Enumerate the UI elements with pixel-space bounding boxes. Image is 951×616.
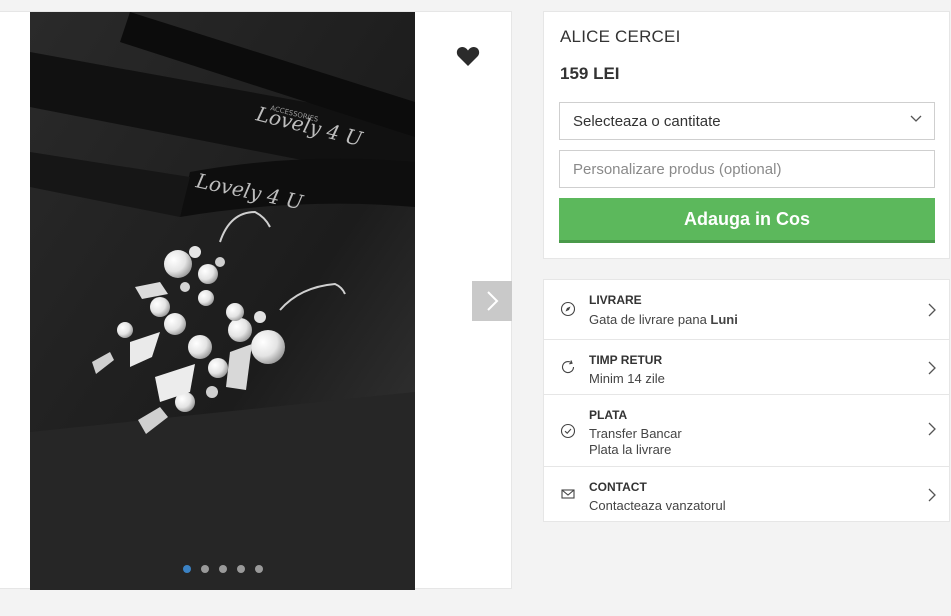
product-price: 159 LEI <box>560 64 620 83</box>
product-gallery: Lovely 4 U ACCESSORIES Lovely 4 U <box>0 11 512 590</box>
purchase-panel: ALICE CERCEI 159 LEI Selecteaza o cantit… <box>543 11 950 259</box>
personalization-input[interactable] <box>559 150 935 188</box>
add-to-cart-button[interactable]: Adauga in Cos <box>559 198 935 243</box>
chevron-right-icon <box>928 422 936 436</box>
slide-dot-1[interactable] <box>183 565 191 573</box>
contact-title: CONTACT <box>589 480 647 494</box>
payment-method-2: Plata la livrare <box>589 442 672 457</box>
info-panel: LIVRARE Gata de livrare pana Luni TIMP R… <box>543 279 950 522</box>
product-title: ALICE CERCEI <box>560 27 681 46</box>
envelope-icon <box>561 489 575 499</box>
chevron-down-icon <box>910 115 922 122</box>
delivery-title: LIVRARE <box>589 293 642 307</box>
payment-title: PLATA <box>589 408 628 422</box>
chevron-right-icon <box>487 291 499 311</box>
slide-dot-4[interactable] <box>237 565 245 573</box>
slide-indicators <box>183 565 263 573</box>
next-slide-button[interactable] <box>472 281 512 321</box>
heart-icon[interactable] <box>456 45 480 67</box>
chevron-right-icon <box>928 361 936 375</box>
chevron-right-icon <box>928 303 936 317</box>
quantity-select-value: Selecteaza o cantitate <box>573 112 721 130</box>
slide-dot-3[interactable] <box>219 565 227 573</box>
chevron-right-icon <box>928 488 936 502</box>
delivery-text: Gata de livrare pana Luni <box>589 312 738 327</box>
returns-title: TIMP RETUR <box>589 353 663 367</box>
payment-method-1: Transfer Bancar <box>589 426 682 441</box>
payment-row[interactable]: PLATA Transfer Bancar Plata la livrare <box>544 395 949 467</box>
compass-icon <box>560 301 576 317</box>
returns-row[interactable]: TIMP RETUR Minim 14 zile <box>544 340 949 395</box>
contact-text: Contacteaza vanzatorul <box>589 498 726 513</box>
slide-dot-2[interactable] <box>201 565 209 573</box>
refresh-icon <box>561 360 575 374</box>
quantity-select[interactable]: Selecteaza o cantitate <box>559 102 935 140</box>
product-photo[interactable]: Lovely 4 U ACCESSORIES Lovely 4 U <box>30 12 415 590</box>
returns-text: Minim 14 zile <box>589 371 665 386</box>
delivery-row[interactable]: LIVRARE Gata de livrare pana Luni <box>544 280 949 340</box>
check-circle-icon <box>560 423 576 439</box>
contact-row[interactable]: CONTACT Contacteaza vanzatorul <box>544 467 949 522</box>
slide-dot-5[interactable] <box>255 565 263 573</box>
